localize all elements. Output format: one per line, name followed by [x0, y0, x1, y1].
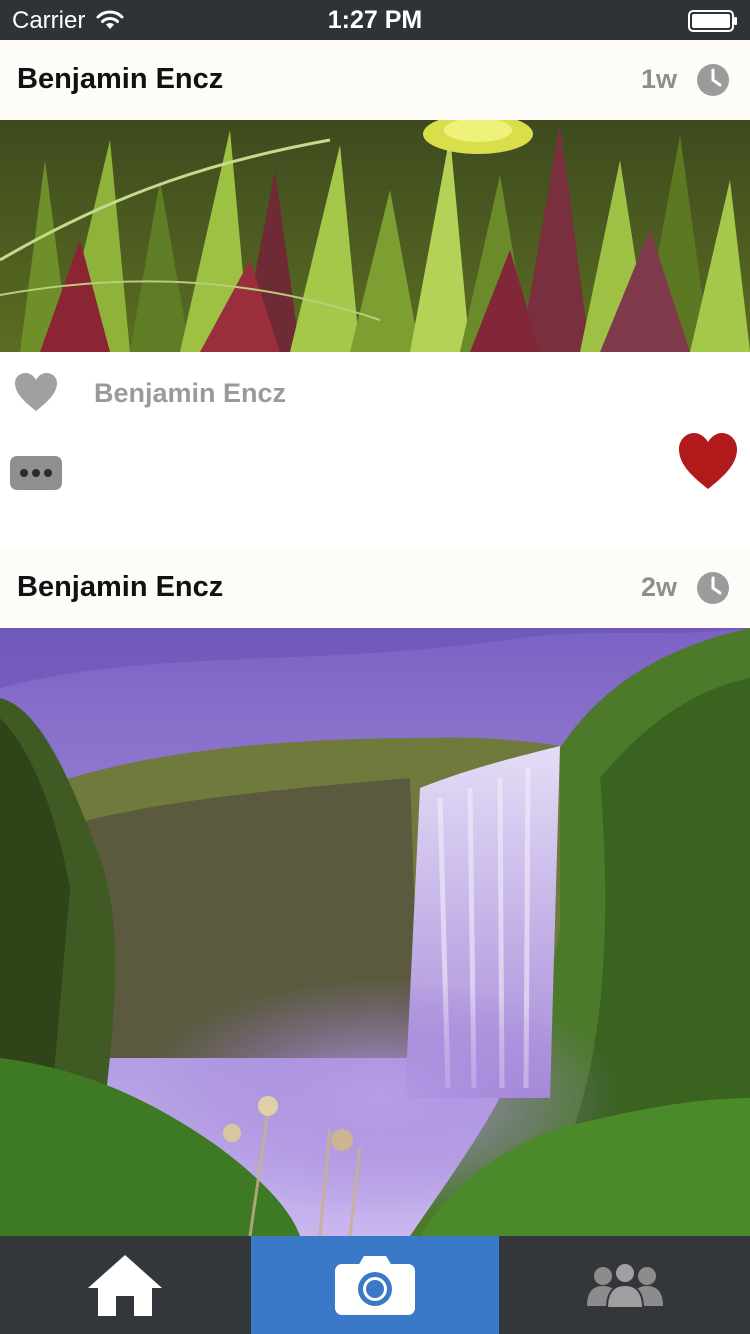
clock-icon — [697, 572, 729, 604]
liker-name[interactable]: Benjamin Encz — [94, 378, 286, 409]
more-options-button[interactable] — [10, 456, 62, 490]
tab-friends[interactable] — [500, 1236, 750, 1334]
like-icon[interactable] — [14, 372, 58, 412]
liked-heart-icon[interactable] — [678, 432, 738, 490]
dot-icon — [20, 469, 28, 477]
tab-home[interactable] — [0, 1236, 250, 1334]
tab-bar — [0, 1236, 750, 1334]
status-bar: Carrier 1:27 PM — [0, 0, 750, 40]
clock-icon — [697, 64, 729, 96]
dot-icon — [32, 469, 40, 477]
post-age: 1w — [640, 64, 677, 94]
post-photo[interactable] — [0, 120, 750, 352]
post-author[interactable]: Benjamin Encz — [17, 63, 223, 96]
friends-icon — [587, 1262, 663, 1308]
post-photo[interactable] — [0, 628, 750, 1236]
dot-icon — [44, 469, 52, 477]
post-age: 2w — [640, 572, 677, 602]
camera-icon — [335, 1256, 415, 1315]
tab-camera[interactable] — [251, 1236, 499, 1334]
post-header: Benjamin Encz 1w — [0, 40, 750, 120]
battery-icon — [688, 10, 737, 32]
app: Carrier 1:27 PM Benjamin Encz 1w Benjami… — [0, 0, 750, 1334]
home-icon — [88, 1255, 162, 1316]
post-author[interactable]: Benjamin Encz — [17, 571, 223, 604]
post-header: Benjamin Encz 2w — [0, 548, 750, 628]
status-time: 1:27 PM — [327, 6, 423, 34]
